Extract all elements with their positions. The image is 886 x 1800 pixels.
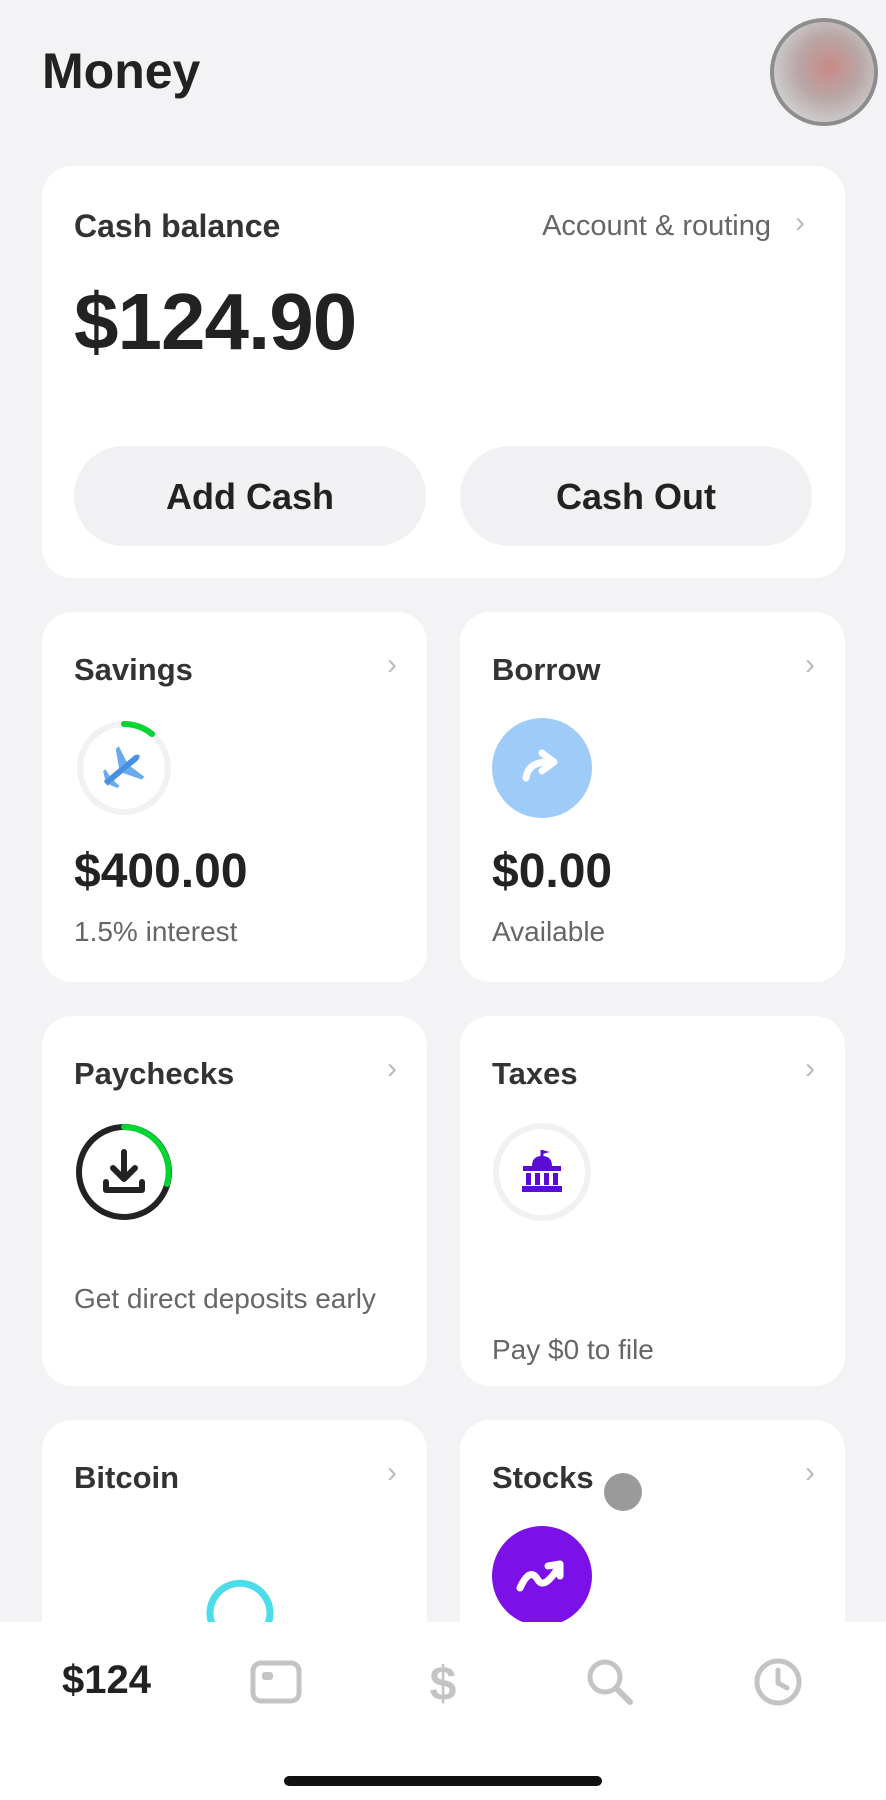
cash-balance-label: Cash balance (74, 208, 281, 244)
borrow-arrow-icon (492, 718, 592, 818)
paychecks-label: Paychecks (74, 1056, 235, 1091)
bottom-tab-bar: $124 $ (0, 1622, 886, 1800)
add-cash-button[interactable]: Add Cash (74, 446, 426, 546)
svg-text:$: $ (430, 1658, 457, 1708)
home-indicator[interactable] (284, 1776, 602, 1786)
chevron-right-icon: › (387, 1052, 397, 1085)
card-icon[interactable] (250, 1656, 302, 1708)
chevron-right-icon: › (387, 648, 397, 681)
taxes-tile[interactable]: Taxes › Pay $0 to file (460, 1016, 845, 1386)
stocks-label: Stocks (492, 1460, 594, 1495)
search-icon[interactable] (584, 1656, 636, 1708)
borrow-tile[interactable]: Borrow › $0.00 Available (460, 612, 845, 982)
header: Money (0, 0, 886, 150)
chevron-right-icon: › (805, 1456, 815, 1489)
savings-amount: $400.00 (74, 845, 248, 898)
paychecks-tile[interactable]: Paychecks › Get direct deposits early (42, 1016, 427, 1386)
savings-interest: 1.5% interest (74, 916, 238, 947)
account-routing-link[interactable]: Account & routing (542, 210, 771, 243)
savings-tile[interactable]: Savings › $400.00 1.5% interest (42, 612, 427, 982)
page-title: Money (42, 43, 201, 99)
chevron-right-icon: › (387, 1456, 397, 1489)
touch-indicator (604, 1473, 642, 1511)
taxes-description: Pay $0 to file (492, 1334, 654, 1365)
savings-label: Savings (74, 652, 193, 687)
taxes-label: Taxes (492, 1056, 578, 1091)
bitcoin-label: Bitcoin (74, 1460, 180, 1495)
cash-balance-amount: $124.90 (74, 277, 357, 366)
dollar-icon[interactable]: $ (417, 1656, 469, 1708)
clock-icon[interactable] (752, 1656, 804, 1708)
stocks-trend-icon (492, 1526, 592, 1626)
tab-money-balance[interactable]: $124 (62, 1658, 151, 1703)
cash-out-button[interactable]: Cash Out (460, 446, 812, 546)
borrow-available: Available (492, 916, 606, 947)
paychecks-description: Get direct deposits early (74, 1283, 376, 1314)
download-icon (76, 1124, 172, 1220)
profile-avatar[interactable] (770, 18, 878, 126)
government-building-icon (493, 1123, 591, 1221)
chevron-right-icon: › (805, 1052, 815, 1085)
cash-balance-card: Cash balance Account & routing › $124.90… (42, 166, 845, 578)
borrow-label: Borrow (492, 652, 601, 687)
chevron-right-icon[interactable]: › (795, 206, 805, 240)
borrow-amount: $0.00 (492, 845, 613, 898)
chevron-right-icon: › (805, 648, 815, 681)
airplane-icon (77, 720, 171, 815)
